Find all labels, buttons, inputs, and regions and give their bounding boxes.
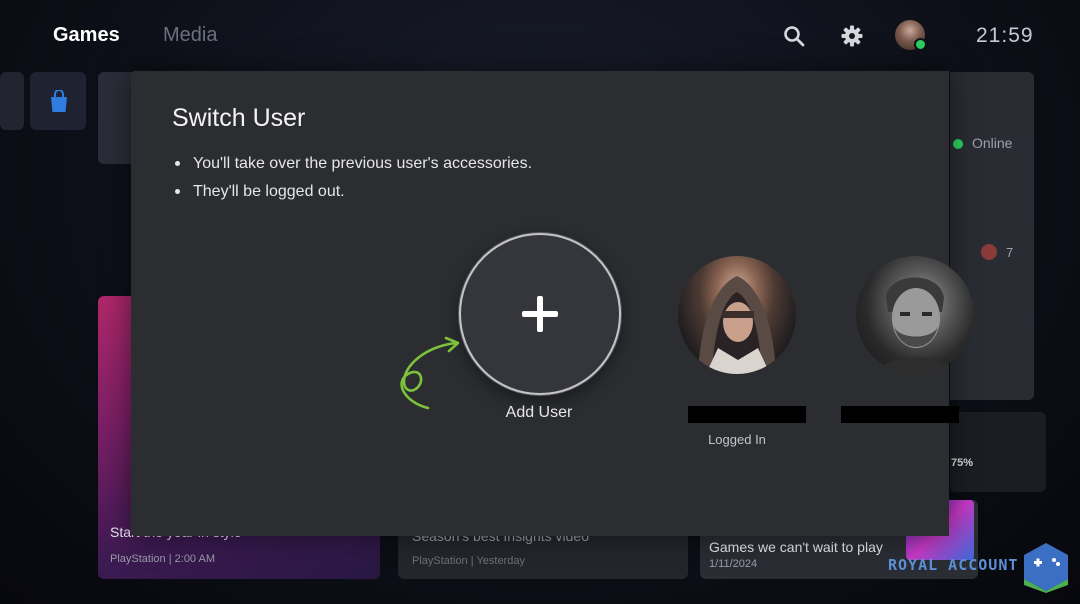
- tab-media[interactable]: Media: [163, 24, 217, 47]
- gear-icon[interactable]: [840, 24, 864, 48]
- card-title: Games we can't wait to play: [709, 539, 883, 555]
- hooded-character-portrait: [698, 276, 776, 374]
- trophy-icon: [981, 244, 997, 260]
- profile-panel: [950, 72, 1034, 400]
- add-user-label: Add User: [505, 404, 573, 421]
- store-tile[interactable]: [30, 72, 86, 130]
- user-avatar-1[interactable]: [678, 256, 796, 374]
- dialog-title: Switch User: [172, 104, 306, 132]
- game-tile[interactable]: [0, 72, 24, 130]
- search-icon[interactable]: [782, 24, 806, 48]
- trophy-count: 7: [981, 244, 1013, 260]
- info-item: You'll take over the previous user's acc…: [174, 153, 532, 181]
- logged-in-status: Logged In: [708, 432, 766, 447]
- profile-avatar[interactable]: [895, 20, 927, 51]
- watermark-text: ROYAL ACCOUNT: [888, 556, 1019, 574]
- info-list: You'll take over the previous user's acc…: [174, 153, 532, 209]
- switch-user-dialog: Switch User You'll take over the previou…: [131, 71, 974, 536]
- progress-percent: 75%: [951, 457, 974, 469]
- plus-icon: [520, 294, 560, 334]
- online-dot: [953, 139, 963, 149]
- tab-games[interactable]: Games: [53, 24, 120, 47]
- user-avatar-2[interactable]: [856, 256, 974, 374]
- card-date: 1/11/2024: [709, 558, 758, 570]
- playstation-store-icon: [51, 90, 67, 112]
- watermark-logo-icon: [1024, 543, 1068, 593]
- online-status: Online: [953, 135, 1012, 151]
- clock: 21:59: [976, 24, 1034, 47]
- online-status-dot: [914, 38, 927, 51]
- game-card[interactable]: [950, 412, 1046, 492]
- add-user-button[interactable]: [459, 233, 621, 395]
- bearded-man-portrait: [876, 277, 956, 374]
- top-bar: Games Media 21:59: [0, 0, 1080, 72]
- card-source: PlayStation | Yesterday: [412, 555, 525, 567]
- annotation-arrow-icon: [400, 336, 460, 410]
- redacted-username: [841, 406, 959, 423]
- redacted-username: [688, 406, 806, 423]
- card-source: PlayStation | 2:00 AM: [110, 553, 215, 565]
- info-item: They'll be logged out.: [174, 181, 532, 209]
